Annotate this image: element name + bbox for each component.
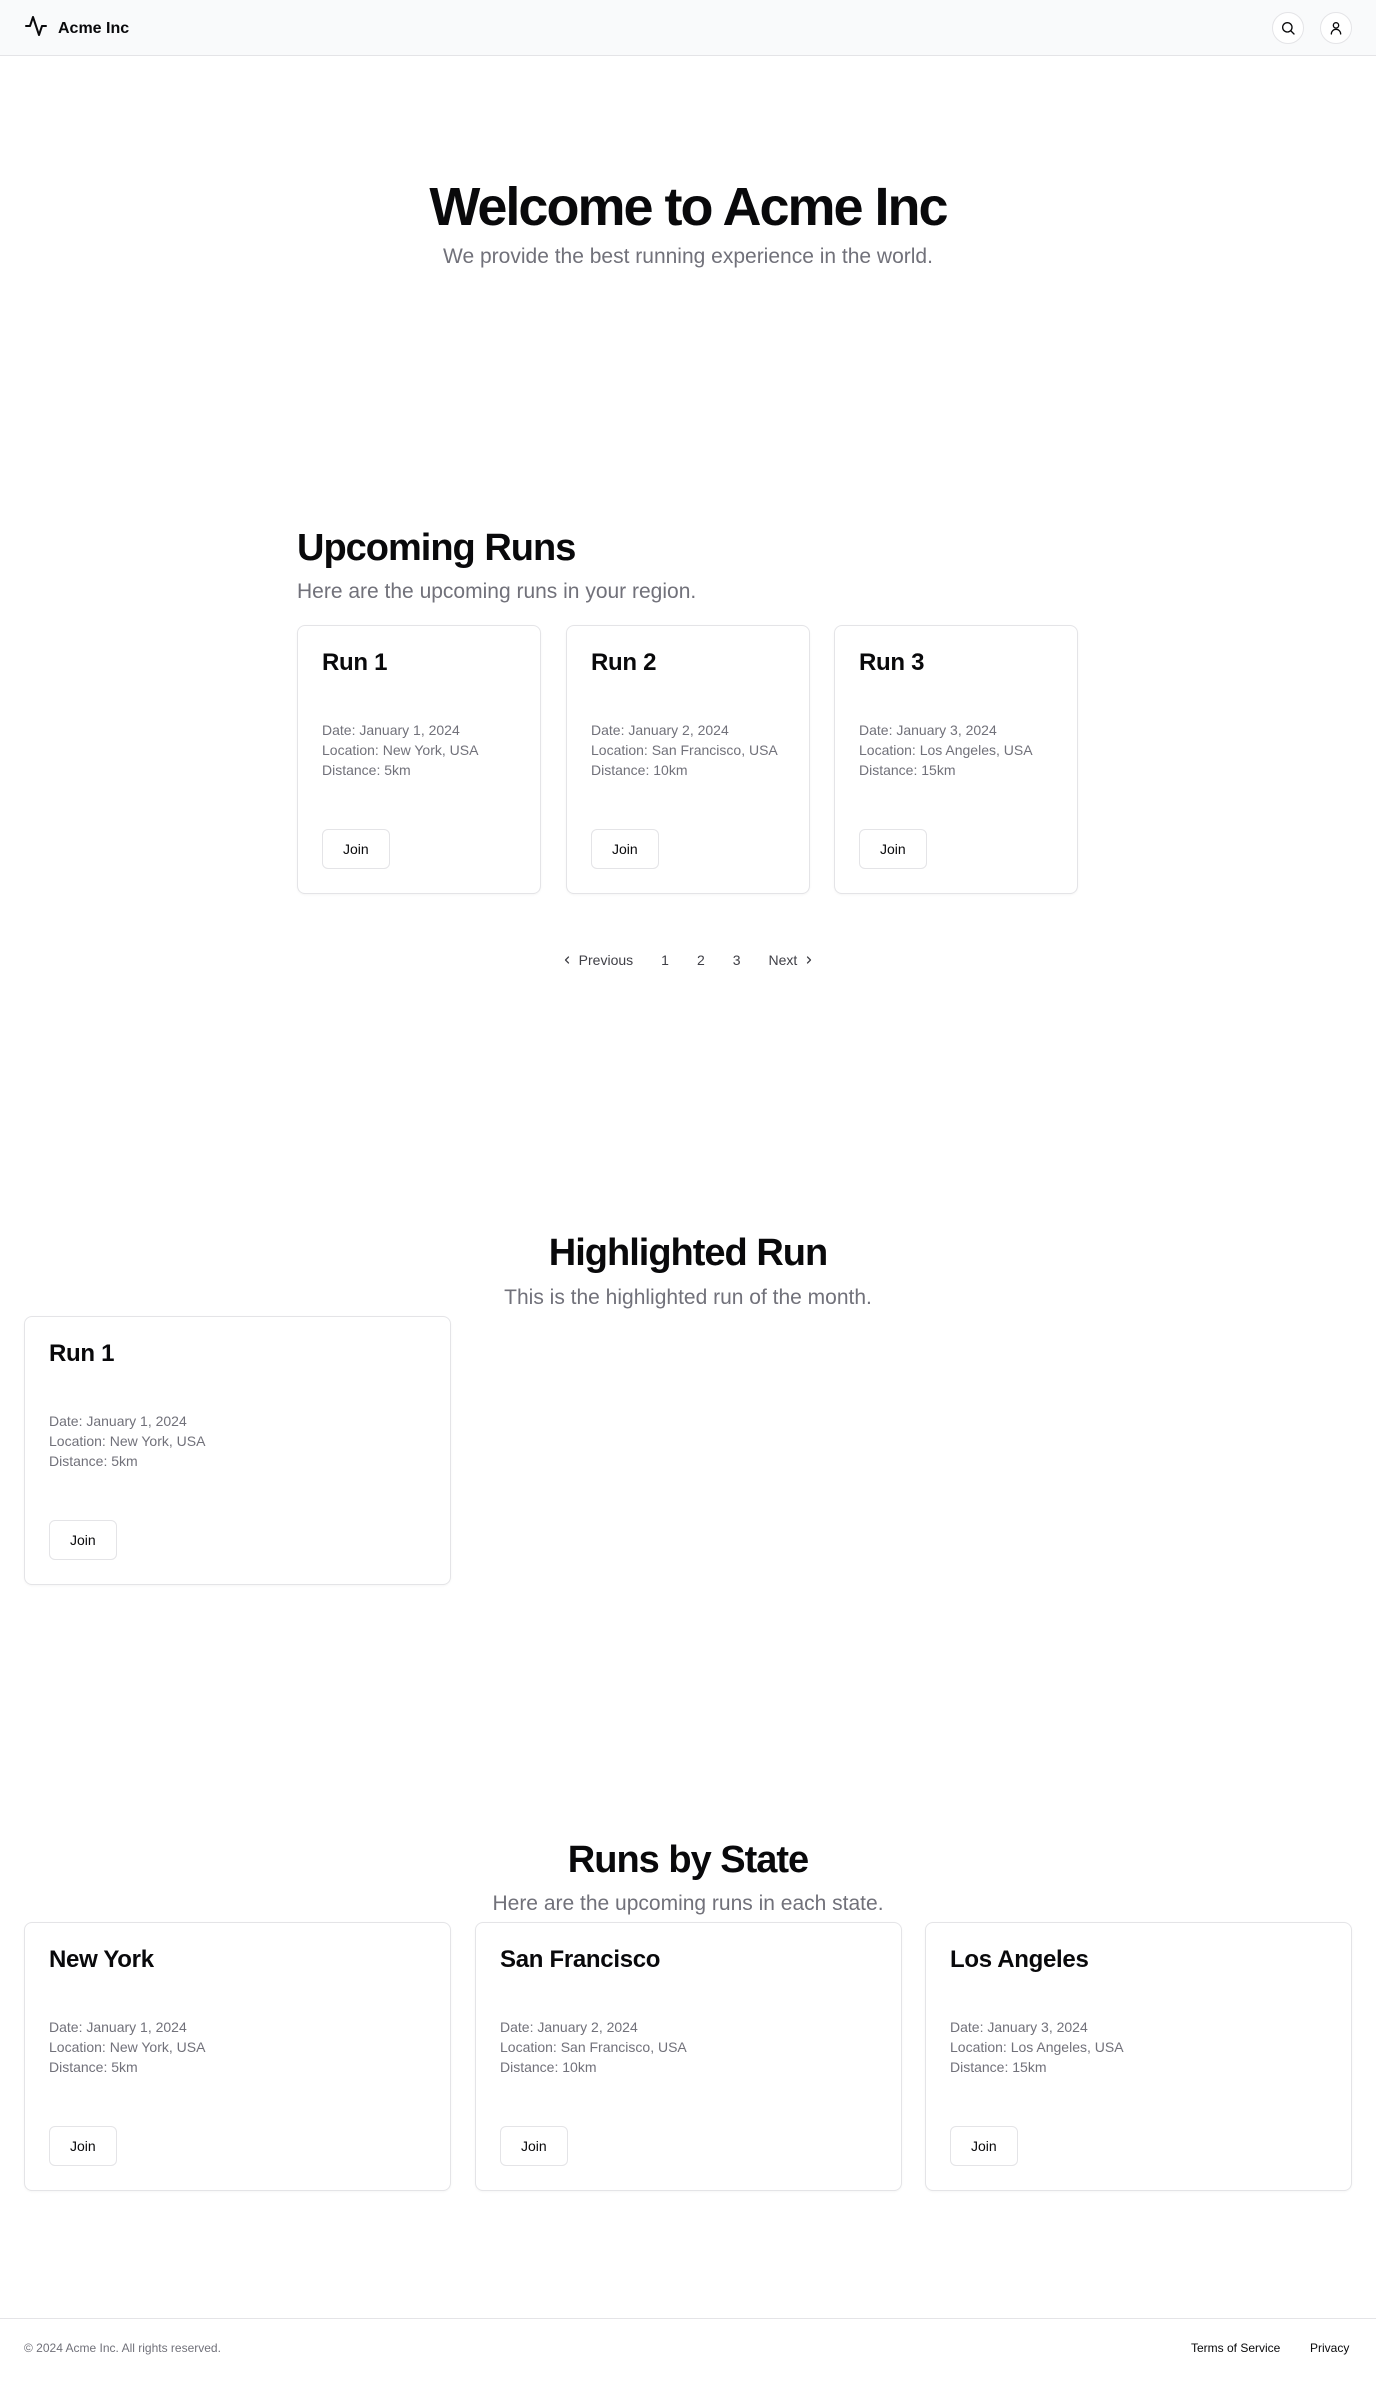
run-card: Run 3 Date: January 3, 2024 Location: Lo…: [834, 625, 1078, 894]
chevron-left-icon: [561, 954, 573, 966]
state-run-card: Los Angeles Date: January 3, 2024 Locati…: [925, 1922, 1352, 2191]
run-location: Location: New York, USA: [49, 2039, 206, 2055]
join-button[interactable]: Join: [322, 829, 390, 869]
site-header: Acme Inc: [0, 0, 1376, 56]
pagination: Previous 1 2 3 Next: [0, 948, 1376, 972]
run-distance: Distance: 15km: [950, 2059, 1047, 2075]
chevron-right-icon: [803, 954, 815, 966]
run-distance: Distance: 10km: [500, 2059, 597, 2075]
pagination-page-3[interactable]: 3: [721, 948, 753, 972]
state-card-title: San Francisco: [500, 1946, 661, 1973]
pagination-page-1[interactable]: 1: [649, 948, 681, 972]
run-card: Run 1 Date: January 1, 2024 Location: Ne…: [297, 625, 541, 894]
pagination-page-2[interactable]: 2: [685, 948, 717, 972]
run-card-details: Date: January 1, 2024 Location: New York…: [49, 1411, 205, 1471]
site-footer: © 2024 Acme Inc. All rights reserved. Te…: [0, 2318, 1376, 2385]
run-location: Location: Los Angeles, USA: [859, 742, 1033, 758]
join-button[interactable]: Join: [950, 2126, 1018, 2166]
run-card: Run 2 Date: January 2, 2024 Location: Sa…: [566, 625, 810, 894]
pagination-previous[interactable]: Previous: [549, 948, 645, 972]
run-distance: Distance: 15km: [859, 762, 956, 778]
hero-title: Welcome to Acme Inc: [429, 177, 948, 237]
state-run-card: New York Date: January 1, 2024 Location:…: [24, 1922, 451, 2191]
run-distance: Distance: 5km: [49, 1453, 138, 1469]
run-date: Date: January 2, 2024: [591, 722, 729, 738]
run-location: Location: San Francisco, USA: [500, 2039, 687, 2055]
copyright-text: © 2024 Acme Inc. All rights reserved.: [24, 2341, 221, 2355]
activity-icon: [24, 14, 48, 43]
run-distance: Distance: 5km: [49, 2059, 138, 2075]
run-distance: Distance: 10km: [591, 762, 688, 778]
run-date: Date: January 1, 2024: [49, 1413, 187, 1429]
join-button[interactable]: Join: [49, 1520, 117, 1560]
run-card-details: Date: January 2, 2024 Location: San Fran…: [500, 2017, 687, 2077]
run-card-details: Date: January 2, 2024 Location: San Fran…: [591, 720, 778, 780]
run-date: Date: January 3, 2024: [859, 722, 997, 738]
search-icon: [1280, 20, 1296, 36]
run-location: Location: New York, USA: [322, 742, 479, 758]
run-card-title: Run 2: [591, 649, 657, 676]
run-date: Date: January 1, 2024: [322, 722, 460, 738]
run-card-title: Run 1: [49, 1340, 115, 1367]
run-card-title: Run 3: [859, 649, 925, 676]
brand-link[interactable]: Acme Inc: [24, 14, 129, 43]
privacy-link[interactable]: Privacy: [1310, 2341, 1349, 2355]
state-card-title: Los Angeles: [950, 1946, 1089, 1973]
run-date: Date: January 3, 2024: [950, 2019, 1088, 2035]
run-card-details: Date: January 1, 2024 Location: New York…: [49, 2017, 205, 2077]
highlighted-run-subtitle: This is the highlighted run of the month…: [504, 1286, 872, 1309]
run-date: Date: January 1, 2024: [49, 2019, 187, 2035]
join-button[interactable]: Join: [500, 2126, 568, 2166]
state-run-card: San Francisco Date: January 2, 2024 Loca…: [475, 1922, 902, 2191]
run-card-details: Date: January 3, 2024 Location: Los Ange…: [950, 2017, 1124, 2077]
user-button[interactable]: [1320, 12, 1352, 44]
upcoming-runs-subtitle: Here are the upcoming runs in your regio…: [297, 580, 697, 603]
highlighted-run-card: Run 1 Date: January 1, 2024 Location: Ne…: [24, 1316, 451, 1585]
run-card-details: Date: January 3, 2024 Location: Los Ange…: [859, 720, 1033, 780]
brand-name: Acme Inc: [58, 19, 130, 37]
run-card-details: Date: January 1, 2024 Location: New York…: [322, 720, 478, 780]
run-card-title: Run 1: [322, 649, 388, 676]
upcoming-runs-title: Upcoming Runs: [297, 527, 576, 569]
join-button[interactable]: Join: [859, 829, 927, 869]
run-date: Date: January 2, 2024: [500, 2019, 638, 2035]
state-card-title: New York: [49, 1946, 154, 1973]
hero-subtitle: We provide the best running experience i…: [443, 245, 933, 268]
run-location: Location: Los Angeles, USA: [950, 2039, 1124, 2055]
join-button[interactable]: Join: [49, 2126, 117, 2166]
runs-by-state-title: Runs by State: [567, 1839, 809, 1881]
pagination-next-label: Next: [768, 952, 798, 968]
highlighted-run-title: Highlighted Run: [548, 1232, 828, 1274]
search-button[interactable]: [1272, 12, 1304, 44]
run-distance: Distance: 5km: [322, 762, 411, 778]
terms-of-service-link[interactable]: Terms of Service: [1191, 2341, 1280, 2355]
run-location: Location: New York, USA: [49, 1433, 206, 1449]
run-location: Location: San Francisco, USA: [591, 742, 778, 758]
join-button[interactable]: Join: [591, 829, 659, 869]
pagination-next[interactable]: Next: [757, 948, 828, 972]
runs-by-state-subtitle: Here are the upcoming runs in each state…: [492, 1892, 884, 1915]
pagination-previous-label: Previous: [578, 952, 634, 968]
user-icon: [1328, 20, 1344, 36]
